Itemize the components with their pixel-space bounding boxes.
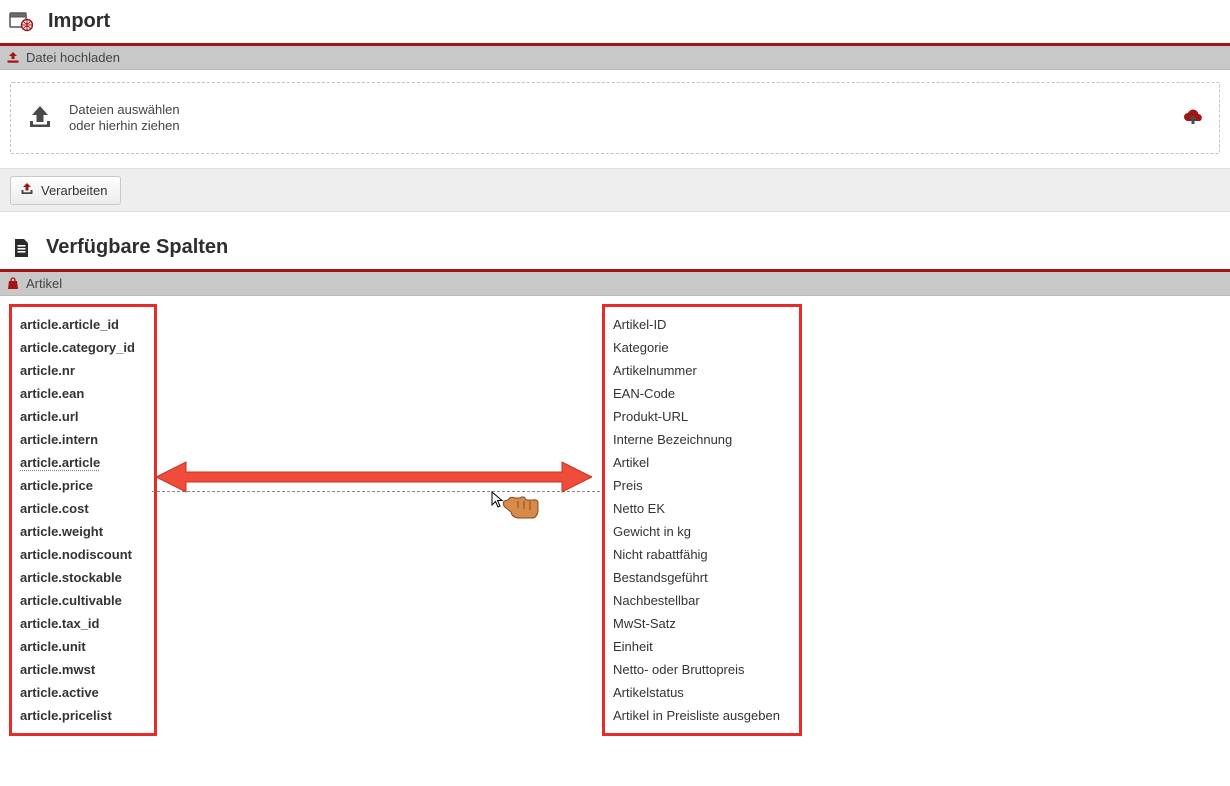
file-dropzone[interactable]: Dateien auswählen oder hierhin ziehen xyxy=(10,82,1220,154)
column-right-item[interactable]: Artikel-ID xyxy=(613,313,791,336)
section-articles-label: Artikel xyxy=(26,276,62,291)
column-right-item[interactable]: Interne Bezeichnung xyxy=(613,428,791,451)
mapping-double-arrow-icon xyxy=(156,460,592,494)
columns-header: Verfügbare Spalten xyxy=(0,226,1230,272)
document-icon xyxy=(8,237,34,259)
dropzone-line2: oder hierhin ziehen xyxy=(69,118,180,134)
upload-small-icon xyxy=(6,51,20,64)
bag-icon xyxy=(6,277,20,290)
column-left-item[interactable]: article.pricelist xyxy=(20,704,146,727)
column-right-item[interactable]: Nachbestellbar xyxy=(613,589,791,612)
columns-title: Verfügbare Spalten xyxy=(46,236,228,259)
column-left-item[interactable]: article.nodiscount xyxy=(20,543,146,566)
pointing-hand-icon xyxy=(500,491,540,521)
process-upload-icon xyxy=(19,182,35,199)
column-left-item[interactable]: article.article_id xyxy=(20,313,146,336)
column-right-item[interactable]: EAN-Code xyxy=(613,382,791,405)
section-upload-label: Datei hochladen xyxy=(26,50,120,65)
process-button-label: Verarbeiten xyxy=(41,183,108,198)
column-left-item[interactable]: article.url xyxy=(20,405,146,428)
column-left-item[interactable]: article.price xyxy=(20,474,146,497)
column-left-item[interactable]: article.intern xyxy=(20,428,146,451)
upload-area: Dateien auswählen oder hierhin ziehen xyxy=(0,70,1230,168)
column-right-item[interactable]: Netto- oder Bruttopreis xyxy=(613,658,791,681)
column-left-item[interactable]: article.ean xyxy=(20,382,146,405)
column-right-item[interactable]: Artikelnummer xyxy=(613,359,791,382)
column-left-item[interactable]: article.stockable xyxy=(20,566,146,589)
section-bar-articles: Artikel xyxy=(0,272,1230,296)
upload-big-icon xyxy=(25,103,55,134)
column-right-item[interactable]: Bestandsgeführt xyxy=(613,566,791,589)
column-right-item[interactable]: MwSt-Satz xyxy=(613,612,791,635)
column-right-item[interactable]: Artikel xyxy=(613,451,791,474)
column-left-item[interactable]: article.mwst xyxy=(20,658,146,681)
cloud-upload-icon[interactable] xyxy=(1181,108,1205,129)
column-right-item[interactable]: Einheit xyxy=(613,635,791,658)
column-left-item[interactable]: article.article xyxy=(20,451,146,474)
column-right-item[interactable]: Artikel in Preisliste ausgeben xyxy=(613,704,791,727)
column-right-labels: Artikel-IDKategorieArtikelnummerEAN-Code… xyxy=(602,304,802,736)
dropzone-left: Dateien auswählen oder hierhin ziehen xyxy=(25,102,180,135)
column-left-item[interactable]: article.cost xyxy=(20,497,146,520)
column-right-item[interactable]: Artikelstatus xyxy=(613,681,791,704)
dropzone-text: Dateien auswählen oder hierhin ziehen xyxy=(69,102,180,135)
section-bar-upload: Datei hochladen xyxy=(0,46,1230,70)
column-left-item[interactable]: article.weight xyxy=(20,520,146,543)
columns-body: article.article_idarticle.category_idart… xyxy=(0,296,1230,306)
column-left-item[interactable]: article.unit xyxy=(20,635,146,658)
dropzone-right xyxy=(1181,108,1205,129)
column-right-item[interactable]: Preis xyxy=(613,474,791,497)
column-right-item[interactable]: Produkt-URL xyxy=(613,405,791,428)
page: Import Datei hochladen Dateien auswäh xyxy=(0,0,1230,786)
import-icon xyxy=(8,11,34,33)
toolbar: Verarbeiten xyxy=(0,168,1230,212)
column-left-item[interactable]: article.nr xyxy=(20,359,146,382)
page-title: Import xyxy=(48,10,110,33)
column-right-item[interactable]: Kategorie xyxy=(613,336,791,359)
process-button[interactable]: Verarbeiten xyxy=(10,176,121,205)
column-right-item[interactable]: Netto EK xyxy=(613,497,791,520)
column-left-item[interactable]: article.active xyxy=(20,681,146,704)
column-left-item[interactable]: article.cultivable xyxy=(20,589,146,612)
page-header: Import xyxy=(0,0,1230,46)
column-right-item[interactable]: Nicht rabattfähig xyxy=(613,543,791,566)
column-left-item[interactable]: article.tax_id xyxy=(20,612,146,635)
dropzone-line1: Dateien auswählen xyxy=(69,102,180,118)
column-left-item[interactable]: article.category_id xyxy=(20,336,146,359)
column-left-technical: article.article_idarticle.category_idart… xyxy=(9,304,157,736)
column-right-item[interactable]: Gewicht in kg xyxy=(613,520,791,543)
